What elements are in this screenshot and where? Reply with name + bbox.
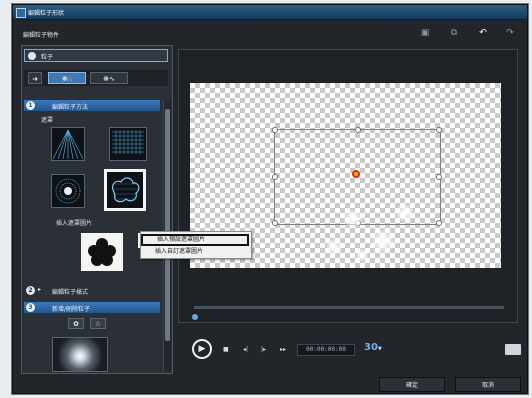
particle-icon xyxy=(28,52,36,60)
window-title: 編輯粒子形狀 xyxy=(28,10,65,17)
resize-handle[interactable] xyxy=(272,174,278,180)
grid-pattern xyxy=(112,130,144,154)
back-arrow-icon[interactable]: ➜ xyxy=(28,72,42,84)
section-number-badge: 2 xyxy=(26,286,35,295)
particle-center-marker[interactable] xyxy=(352,170,360,178)
particle-settings-panel: 粒子 ➜ ❋∴ ❋∿ 1 編輯粒子方法 遮罩 插入遮罩圖片 2 ▸ 編輯粒子樣式… xyxy=(21,45,173,374)
section-particle-style-label: 編輯粒子樣式 xyxy=(52,289,89,296)
expand-arrow-icon: ▸ xyxy=(38,286,42,293)
blob-pattern xyxy=(111,177,140,203)
play-icon[interactable]: ▶ xyxy=(192,339,212,359)
title-bar: 編輯粒子形狀 xyxy=(13,5,527,20)
timeline-playhead[interactable] xyxy=(192,314,198,320)
section-edit-method-label: 編輯粒子方法 xyxy=(52,104,89,111)
fps-value[interactable]: 30 xyxy=(364,342,378,353)
section-add-remove[interactable]: 3 新增/刪除粒子 xyxy=(24,302,160,313)
section-add-remove-label: 新增/刪除粒子 xyxy=(52,306,91,313)
mask-thumb-grid[interactable] xyxy=(109,127,147,161)
redo-icon[interactable]: ↷ xyxy=(503,27,517,39)
resize-handle[interactable] xyxy=(436,220,442,226)
scrollbar-thumb[interactable] xyxy=(165,109,170,341)
cancel-button[interactable]: 取消 xyxy=(455,377,521,392)
radial-pattern xyxy=(55,178,81,204)
next-frame-icon[interactable]: |▸ xyxy=(261,346,266,353)
section-number-badge: 1 xyxy=(26,101,35,110)
mask-thumb-custom-selected[interactable] xyxy=(104,169,146,211)
copy-icon[interactable]: ▣ xyxy=(418,27,432,39)
tab-particle-path[interactable]: ❋∿ xyxy=(90,72,128,84)
fast-forward-icon[interactable]: ▸▸ xyxy=(280,346,286,353)
paste-icon[interactable]: ⧉ xyxy=(447,27,461,39)
section-number-badge: 3 xyxy=(26,303,35,312)
particle-sparkle xyxy=(370,228,396,254)
tab-particle-scatter[interactable]: ❋∴ xyxy=(48,72,86,84)
screen-view-icon[interactable] xyxy=(505,344,521,355)
mask-subsection-label: 遮罩 xyxy=(41,117,54,124)
resize-handle[interactable] xyxy=(272,220,278,226)
section-edit-method[interactable]: 1 編輯粒子方法 xyxy=(24,100,160,111)
timeline-track[interactable] xyxy=(194,306,504,309)
editor-subtitle: 編輯粒子物件 xyxy=(23,32,60,39)
particle-sparkle xyxy=(342,208,364,230)
insert-mask-context-menu: 插入預設遮罩圖片 插入自訂遮罩圖片 xyxy=(140,231,252,259)
particle-name-field[interactable]: 粒子 xyxy=(24,49,168,62)
particle-glow-thumbnail[interactable] xyxy=(52,337,108,372)
preview-pane xyxy=(178,49,518,323)
add-particle-icon[interactable]: ✿ xyxy=(68,318,84,329)
resize-handle[interactable] xyxy=(272,127,278,133)
particle-sparkle xyxy=(325,238,343,256)
insert-mask-label: 插入遮罩圖片 xyxy=(56,220,93,227)
preset-mask-flower[interactable] xyxy=(81,233,123,271)
section-particle-style[interactable]: 2 ▸ 編輯粒子樣式 xyxy=(24,285,160,296)
timecode-display[interactable]: 00:00:00:00 xyxy=(297,344,355,356)
menu-item-insert-custom-mask[interactable]: 插入自訂遮罩圖片 xyxy=(141,246,249,258)
rays-pattern xyxy=(52,129,84,160)
particle-editor-window: 編輯粒子形狀 編輯粒子物件 ▣ ⧉ ↶ ↷ 粒子 ➜ ❋∴ ❋∿ 1 編輯粒子方… xyxy=(12,4,528,394)
resize-handle[interactable] xyxy=(436,174,442,180)
transport-controls: ▶ ■ ◂| |▸ ▸▸ 00:00:00:00 30 ▼ xyxy=(178,333,521,369)
resize-handle[interactable] xyxy=(436,127,442,133)
timeline-slider[interactable] xyxy=(186,301,516,320)
resize-handle[interactable] xyxy=(355,127,361,133)
stop-icon[interactable]: ■ xyxy=(223,346,229,353)
app-icon xyxy=(16,8,26,18)
prev-frame-icon[interactable]: ◂| xyxy=(243,346,248,353)
undo-icon[interactable]: ↶ xyxy=(476,27,490,39)
chevron-down-icon[interactable]: ▼ xyxy=(378,346,382,352)
ok-button[interactable]: 確定 xyxy=(379,377,445,392)
particle-name-value: 粒子 xyxy=(41,54,54,61)
star-icon[interactable]: ☆ xyxy=(90,318,106,329)
particle-sparkle xyxy=(395,203,415,223)
mode-toolbar: ➜ ❋∴ ❋∿ xyxy=(24,70,168,86)
mask-thumb-rays[interactable] xyxy=(51,127,85,161)
particle-sparkle xyxy=(355,248,369,262)
flower-icon xyxy=(81,233,123,271)
mask-thumb-radial[interactable] xyxy=(51,174,85,208)
menu-item-insert-preset-mask[interactable]: 插入預設遮罩圖片 xyxy=(141,234,249,246)
